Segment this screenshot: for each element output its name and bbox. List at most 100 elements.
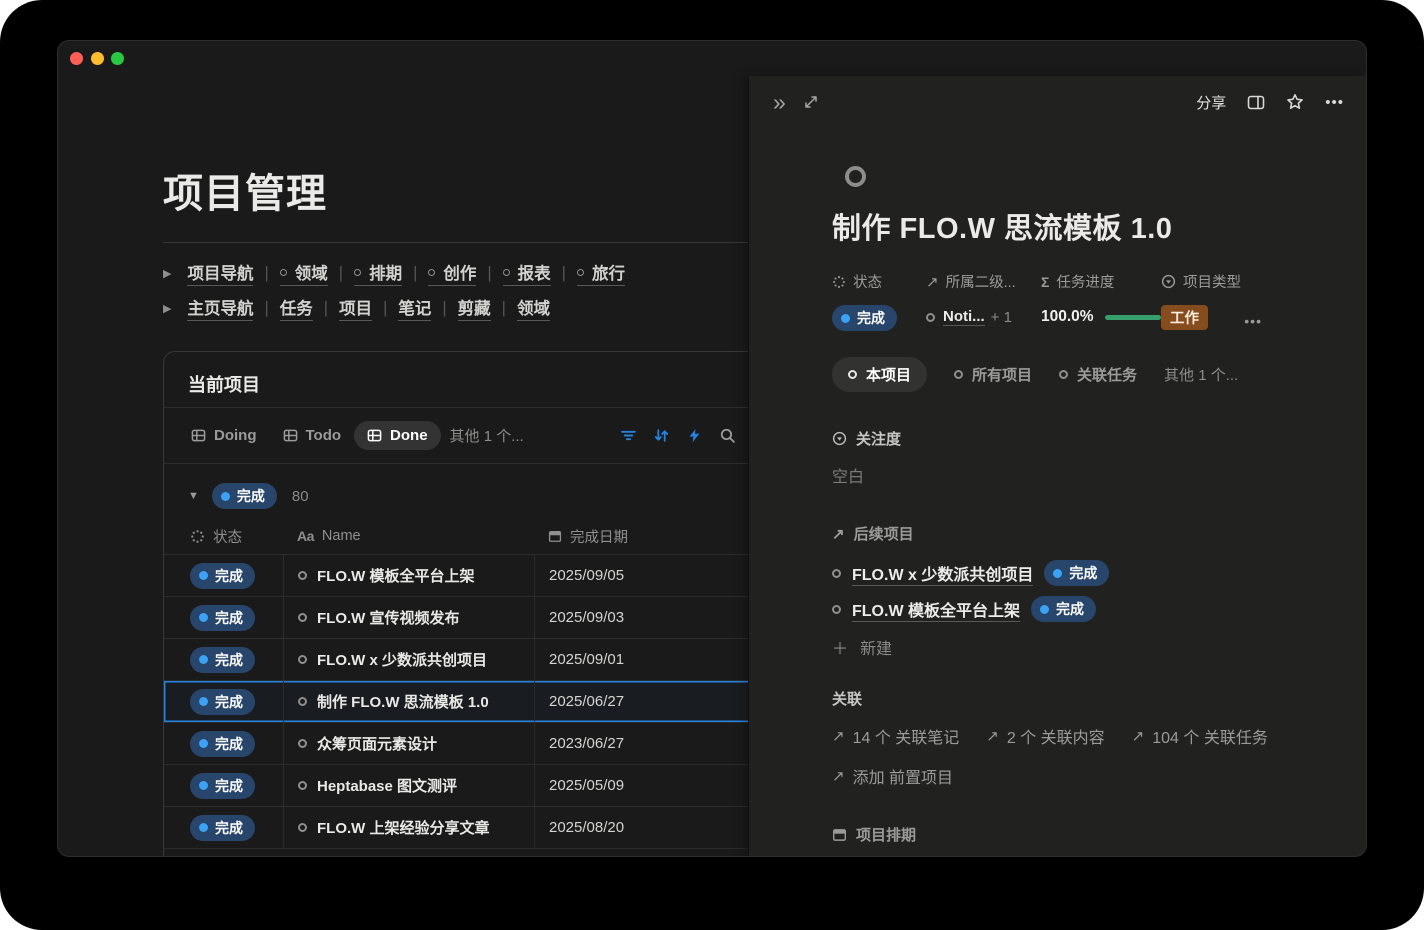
group-count: 80 [292,488,309,505]
nav-separator: | [383,299,387,318]
relation-arrow-icon: ↗ [926,273,939,291]
view-tab-done[interactable]: Done [354,421,441,450]
nav-link-label: 项目 [339,295,372,319]
date-text: 2025/09/01 [549,651,624,668]
next-project-item[interactable]: FLO.W 模板全平台上架完成 [832,594,1328,624]
panel-toolbar-right: 分享 ••• [1196,92,1344,113]
cell-name[interactable]: Heptabase 图文测评 [283,765,534,806]
select-property-icon [1161,274,1176,289]
status-dot [1053,569,1062,578]
property-progress-value[interactable]: 100.0% [1041,305,1161,329]
cell-name[interactable]: 制作 FLO.W 思流模板 1.0 [283,681,534,722]
expand-page-icon[interactable] [802,93,820,111]
nav-link-home-1[interactable]: 任务 [280,295,313,321]
property-parent-label[interactable]: ↗ 所属二级... [926,271,1041,292]
schedule-section-header[interactable]: 项目排期 [832,824,1328,845]
relation-link-2[interactable]: ↗104 个 关联任务 [1132,724,1268,748]
nav-link-project-4[interactable]: 报表 [503,260,551,286]
group-collapse-toggle[interactable]: ▼ [188,490,199,502]
nav-link-home-2[interactable]: 项目 [339,295,372,321]
property-progress-label[interactable]: Σ 任务进度 [1041,271,1161,292]
nav-link-project-5[interactable]: 旅行 [577,260,625,286]
group-status-badge[interactable]: 完成 [212,483,277,509]
page-name: Heptabase 图文测评 [317,775,457,796]
toggle-triangle-icon[interactable]: ▶ [163,302,171,315]
cell-status[interactable]: 完成 [164,597,283,638]
more-views-button[interactable]: 其他 1 个... [450,425,524,446]
label-text: 状态 [853,271,882,292]
property-progress: Σ 任务进度 100.0% [1041,271,1161,331]
cell-status[interactable]: 完成 [164,807,283,848]
new-relation-button[interactable]: ＋ 新建 [832,632,1328,662]
section-label: 关注度 [856,428,901,449]
date-text: 2025/09/05 [549,567,624,584]
column-header-name[interactable]: Aa Name [283,518,534,554]
next-section-header[interactable]: ↗ 后续项目 [832,523,1328,544]
filter-icon[interactable] [619,427,637,445]
view-tab-todo[interactable]: Todo [270,421,355,450]
cell-status[interactable]: 完成 [164,639,283,680]
property-status-label[interactable]: 状态 [832,271,926,292]
page-ring-icon [428,269,435,276]
next-project-link[interactable]: FLO.W 模板全平台上架 [852,597,1020,622]
sort-icon[interactable] [652,427,670,445]
column-header-status[interactable]: 状态 [164,518,283,554]
toggle-triangle-icon[interactable]: ▶ [163,267,171,280]
next-project-link[interactable]: FLO.W x 少数派共创项目 [852,561,1033,586]
cell-status[interactable]: 完成 [164,681,283,722]
nav-link-home-3[interactable]: 笔记 [398,295,431,321]
share-button[interactable]: 分享 [1196,92,1226,113]
more-panel-tabs-button[interactable]: 其他 1 个... [1164,364,1238,385]
more-options-icon[interactable]: ••• [1325,94,1344,111]
focus-section-header[interactable]: 关注度 [832,428,1328,449]
cell-name[interactable]: FLO.W x 少数派共创项目 [283,639,534,680]
panel-tab-all-projects[interactable]: 所有项目 [954,364,1032,385]
parent-page-link[interactable]: Noti... [943,308,985,326]
nav-link-home-5[interactable]: 领域 [517,295,550,321]
nav-link-project-3[interactable]: 创作 [428,260,476,286]
page-ring-icon [298,781,307,790]
status-badge: 完成 [190,773,255,799]
page-ring-icon[interactable] [845,166,866,187]
next-project-item[interactable]: FLO.W x 少数派共创项目完成 [832,558,1328,588]
nav-link-label: 旅行 [592,260,625,284]
focus-empty-value[interactable]: 空白 [832,463,1328,487]
cell-status[interactable]: 完成 [164,765,283,806]
page-ring-icon [298,739,307,748]
relation-link-1[interactable]: ↗2 个 关联内容 [986,724,1104,748]
cell-name[interactable]: FLO.W 模板全平台上架 [283,555,534,596]
automation-bolt-icon[interactable] [685,427,703,445]
panel-tab-this-project[interactable]: 本项目 [832,357,927,392]
cell-status[interactable]: 完成 [164,555,283,596]
status-badge: 完成 [190,647,255,673]
status-text: 完成 [215,776,243,796]
view-tab-doing[interactable]: Doing [178,421,270,450]
add-prerequisite-button[interactable]: ↗ 添加 前置项目 [832,764,1328,788]
relation-link-0[interactable]: ↗14 个 关联笔记 [832,724,959,748]
section-relations: 关联 ↗14 个 关联笔记↗2 个 关联内容↗104 个 关联任务 ↗ 添加 前… [832,688,1328,788]
panel-tab-related-tasks[interactable]: 关联任务 [1059,364,1137,385]
cell-name[interactable]: FLO.W 上架经验分享文章 [283,807,534,848]
section-label: 项目排期 [856,824,916,845]
favorite-star-icon[interactable] [1286,93,1304,111]
property-type-value[interactable]: 工作 [1161,305,1241,330]
cell-name[interactable]: 众筹页面元素设计 [283,723,534,764]
more-properties-icon[interactable]: ••• [1244,313,1262,329]
property-status-value[interactable]: 完成 [832,305,926,331]
cell-name[interactable]: FLO.W 宣传视频发布 [283,597,534,638]
nav-link-home-4[interactable]: 剪藏 [458,295,491,321]
nav-link-project-0[interactable]: 项目导航 [187,260,253,286]
search-icon[interactable] [718,427,736,445]
status-badge: 完成 [190,563,255,589]
nav-link-home-0[interactable]: 主页导航 [187,295,253,321]
page-name: FLO.W 宣传视频发布 [317,607,460,628]
status-dot [221,492,230,501]
nav-link-project-2[interactable]: 排期 [354,260,402,286]
cell-status[interactable]: 完成 [164,723,283,764]
side-peek-layout-icon[interactable] [1247,93,1265,111]
close-peek-icon[interactable]: » [773,91,786,114]
page-ring-icon [577,269,584,276]
property-parent-value[interactable]: Noti... + 1 [926,305,1041,329]
nav-link-project-1[interactable]: 领域 [280,260,328,286]
property-type-label[interactable]: 项目类型 [1161,271,1241,292]
